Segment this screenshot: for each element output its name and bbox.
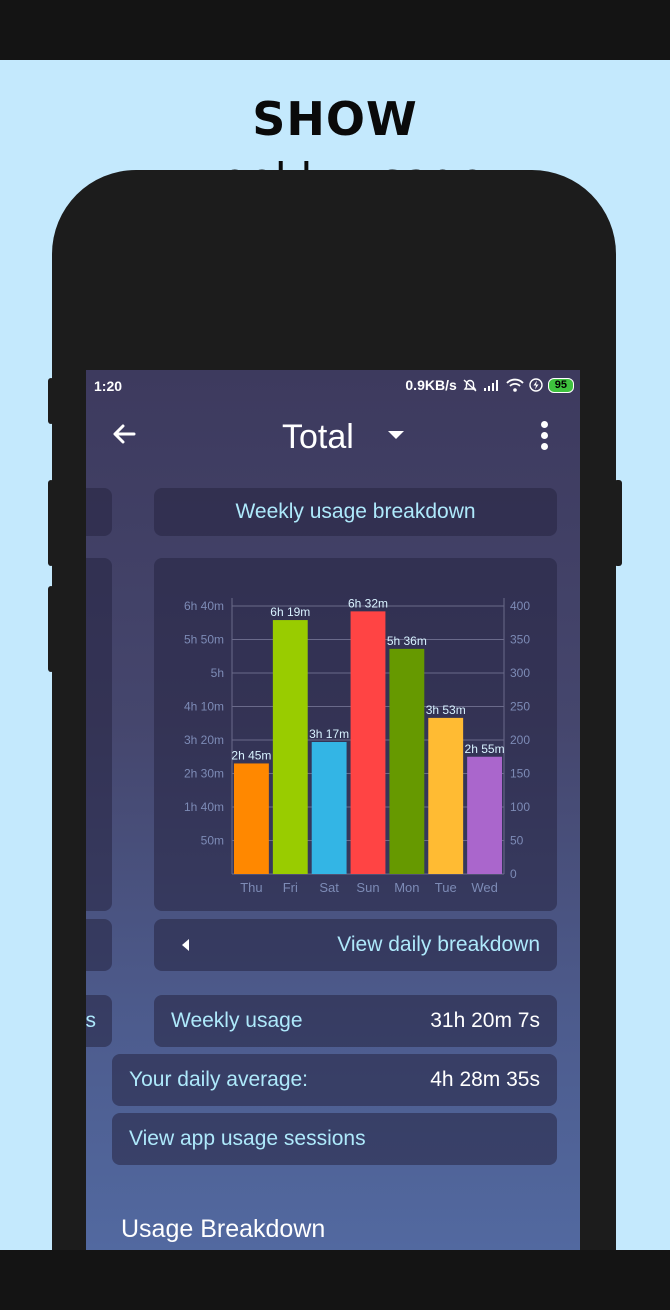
battery-indicator: 95	[547, 377, 574, 393]
phone-side-button-left-3	[48, 586, 54, 672]
y-tick-right: 300	[510, 666, 530, 680]
y-tick-left: 5h 50m	[184, 633, 224, 647]
prev-page-card-1	[86, 488, 112, 536]
bar-data-label: 2h 45m	[231, 748, 271, 762]
usage-breakdown-title: Usage Breakdown	[121, 1215, 326, 1243]
prev-page-card-2	[86, 558, 112, 911]
bar-data-label: 5h 36m	[387, 634, 427, 648]
y-tick-right: 0	[510, 867, 517, 881]
y-tick-left: 1h 40m	[184, 800, 224, 814]
wifi-icon	[506, 378, 524, 392]
bar-data-label: 3h 17m	[309, 727, 349, 741]
page-title[interactable]: Total	[282, 418, 354, 457]
bar-data-label: 6h 32m	[348, 596, 388, 610]
promo-headline: SHOW	[252, 92, 418, 146]
y-tick-right: 250	[510, 700, 530, 714]
y-tick-right: 400	[510, 599, 530, 613]
bar-data-label: 3h 53m	[426, 703, 466, 717]
mute-alarm-icon	[463, 379, 477, 392]
prev-page-card-4: s	[86, 995, 112, 1047]
more-options-icon[interactable]	[534, 418, 554, 456]
bar-data-label: 2h 55m	[465, 742, 505, 756]
phone-side-button-right	[614, 480, 622, 566]
x-tick-label: Mon	[394, 880, 419, 895]
top-black-bar	[0, 0, 670, 60]
daily-average-label: Your daily average:	[129, 1068, 309, 1091]
view-daily-label: View daily breakdown	[337, 933, 540, 956]
signal-icon	[483, 380, 498, 391]
prev-page-card-3	[86, 919, 112, 971]
net-speed: 0.9KB/s	[405, 377, 457, 393]
x-tick-label: Tue	[435, 880, 457, 895]
x-tick-label: Sun	[356, 880, 379, 895]
bar-data-label: 6h 19m	[270, 605, 310, 619]
bar	[234, 763, 269, 874]
back-arrow-icon[interactable]	[108, 418, 140, 450]
chevron-left-icon	[182, 939, 189, 951]
status-time: 1:20	[94, 378, 123, 394]
y-tick-right: 350	[510, 633, 530, 647]
chevron-down-icon[interactable]	[388, 431, 404, 439]
weekly-usage-label: Weekly usage	[171, 1009, 303, 1032]
phone-side-button-left-1	[48, 378, 54, 424]
phone-side-button-left-2	[48, 480, 54, 566]
bar	[311, 742, 347, 874]
status-bar: 1:20 0.9KB/s 95	[86, 370, 580, 400]
y-tick-left: 2h 30m	[184, 767, 224, 781]
y-tick-left: 6h 40m	[184, 599, 224, 613]
weekly-chart-card: 0 50m 50 1h 40m 100 2h 30m 150 3h 20m 200 4h 10m 2…	[154, 558, 557, 911]
y-tick-left: 5h	[211, 666, 224, 680]
weekly-breakdown-title: Weekly usage breakdown	[235, 500, 476, 523]
x-tick-label: Fri	[283, 880, 298, 895]
bottom-black-bar	[0, 1250, 670, 1310]
app-bar: Total	[86, 404, 580, 468]
bar	[272, 620, 308, 874]
y-tick-right: 200	[510, 733, 530, 747]
prev-page-card-text: s	[86, 1009, 96, 1032]
x-tick-label: Sat	[319, 880, 339, 895]
y-tick-left: 4h 10m	[184, 700, 224, 714]
view-daily-breakdown-button[interactable]: View daily breakdown	[154, 919, 557, 971]
daily-average-value: 4h 28m 35s	[430, 1068, 540, 1091]
weekly-usage-chart: 0 50m 50 1h 40m 100 2h 30m 150 3h 20m 200 4h 10m 2…	[184, 596, 530, 895]
bar	[389, 648, 425, 874]
y-tick-right: 100	[510, 800, 530, 814]
status-icons: 0.9KB/s 95	[405, 377, 574, 393]
y-tick-left: 3h 20m	[184, 733, 224, 747]
x-tick-label: Wed	[471, 880, 498, 895]
daily-average-row: Your daily average: 4h 28m 35s	[112, 1054, 557, 1106]
y-tick-right: 150	[510, 767, 530, 781]
weekly-usage-value: 31h 20m 7s	[430, 1009, 540, 1032]
view-sessions-button[interactable]: View app usage sessions	[112, 1113, 557, 1165]
view-sessions-label: View app usage sessions	[129, 1127, 366, 1150]
weekly-breakdown-header: Weekly usage breakdown	[154, 488, 557, 536]
y-tick-right: 50	[510, 834, 524, 848]
x-tick-label: Thu	[240, 880, 262, 895]
bar	[428, 717, 464, 874]
y-tick-left: 50m	[201, 834, 224, 848]
bar	[467, 756, 502, 874]
phone-screen: 1:20 0.9KB/s 95 Total s Weekly usage bre…	[86, 370, 580, 1250]
weekly-usage-row: Weekly usage 31h 20m 7s	[154, 995, 557, 1047]
charging-icon	[529, 378, 543, 392]
bar	[350, 611, 386, 874]
